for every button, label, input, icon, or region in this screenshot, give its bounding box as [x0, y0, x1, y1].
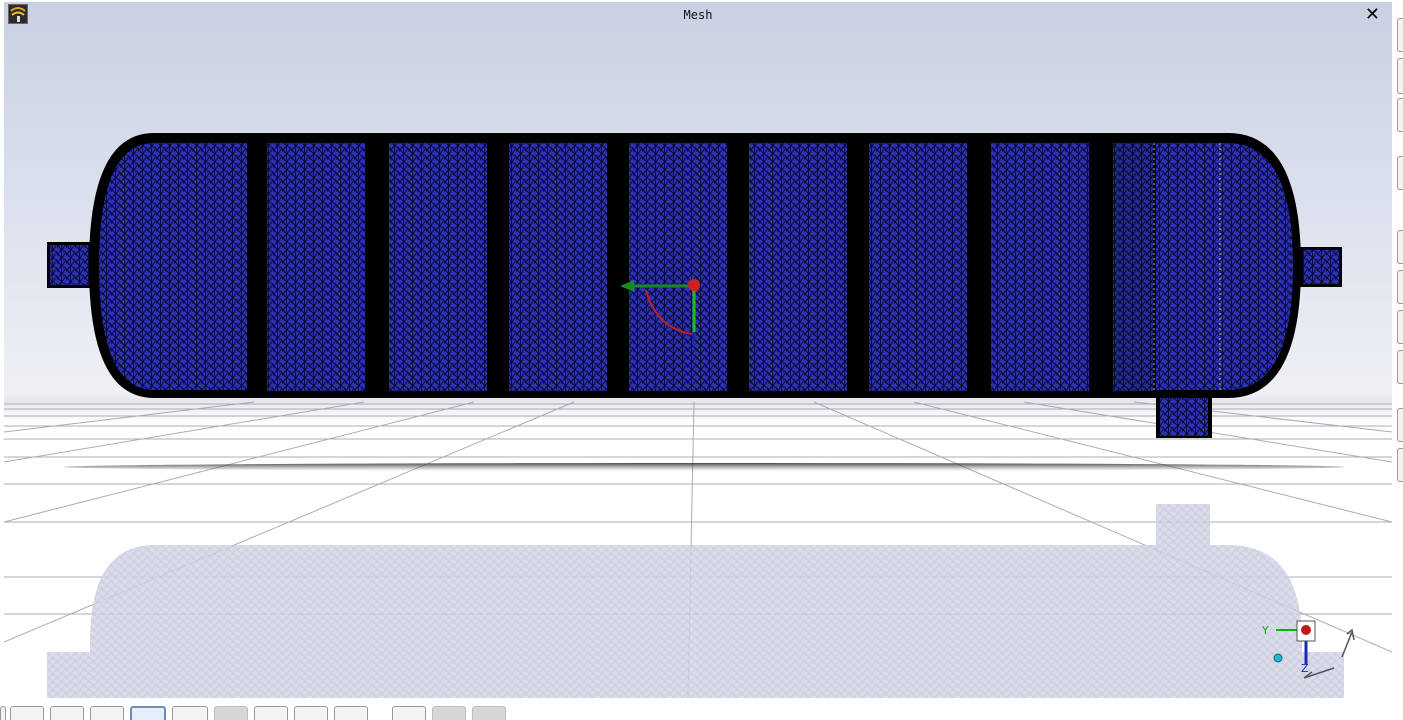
toolbar-button-icon[interactable]	[1397, 98, 1403, 132]
mesh-sections	[99, 143, 1293, 391]
toolbar-button-icon[interactable]	[1397, 156, 1403, 190]
toolbar-button-icon[interactable]	[1397, 408, 1403, 442]
right-toolbar	[1395, 0, 1403, 718]
bottom-toolbar	[0, 698, 1403, 720]
toolbar-button-icon[interactable]	[1397, 230, 1403, 264]
toolbar-button-icon[interactable]	[1397, 18, 1403, 52]
mesh-reflection	[47, 504, 1344, 698]
toolbar-button-icon[interactable]	[1397, 310, 1403, 344]
mesh-scene[interactable]: Y Z	[4, 2, 1392, 698]
toolbar-button-icon[interactable]	[1397, 270, 1403, 304]
close-button[interactable]: ✕	[1365, 4, 1380, 26]
window-title: Mesh	[683, 8, 713, 22]
toolbar-button-icon[interactable]	[1397, 448, 1403, 482]
floor-shadow	[64, 463, 1344, 471]
graphics-viewport[interactable]: Y Z Mesh ✕	[4, 2, 1392, 698]
toolbar-button-icon[interactable]	[1397, 58, 1403, 94]
application-logo-icon	[8, 4, 28, 24]
toolbar-button-icon[interactable]	[1397, 350, 1403, 384]
triad-z-label: Z	[1301, 662, 1309, 675]
triad-y-label: Y	[1261, 624, 1269, 637]
